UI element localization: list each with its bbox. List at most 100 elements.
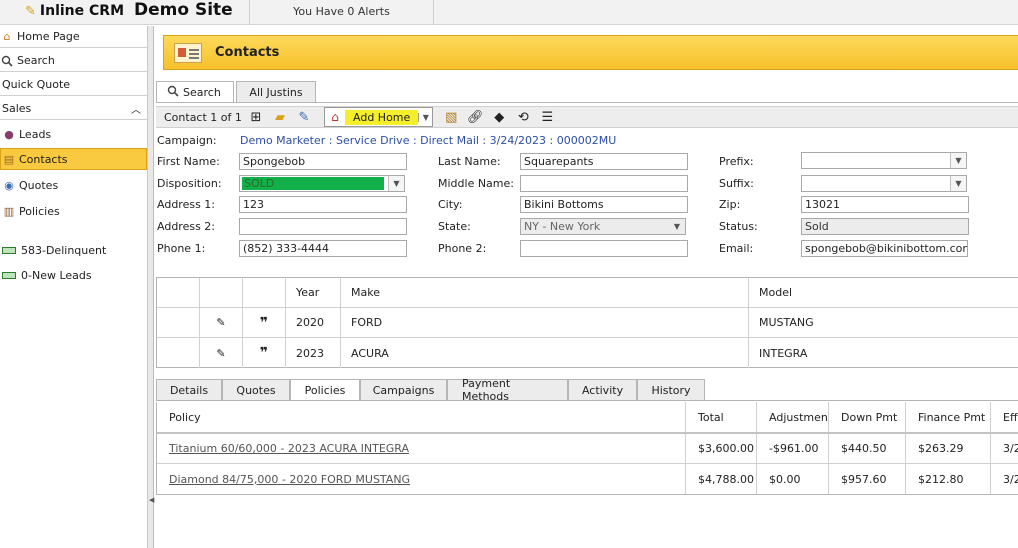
sidebar-item-delinquent[interactable]: 583-Delinquent [0,239,147,261]
alerts-indicator[interactable]: You Have 0 Alerts [249,0,434,25]
sidebar-item-label: Quotes [19,178,59,192]
tab-activity[interactable]: Activity [568,379,637,401]
status-field: Sold [801,218,969,235]
sidebar-item-label: 0-New Leads [21,268,92,282]
address2-field[interactable] [239,218,407,235]
policy-link[interactable]: Titanium 60/60,000 - 2023 ACURA INTEGRA [169,442,409,455]
model-cell: INTEGRA [759,346,808,360]
header-effective[interactable]: Effe [991,402,1018,432]
home-icon: ⌂ [3,30,11,43]
header-adjustment[interactable]: Adjustment [757,402,829,432]
tab-label: Search [183,85,221,99]
dropdown-arrow-icon[interactable]: ▼ [418,112,432,122]
sidebar-item-leads[interactable]: ● Leads [0,123,147,145]
people-icon: ● [4,127,14,141]
table-row[interactable]: Titanium 60/60,000 - 2023 ACURA INTEGRA … [157,434,1018,464]
prefix-label: Prefix: [719,155,754,168]
tab-details[interactable]: Details [156,379,222,401]
header-cell [200,278,243,307]
tab-quotes[interactable]: Quotes [222,379,290,401]
first-name-label: First Name: [157,155,220,168]
header-make[interactable]: Make [341,278,749,307]
dropdown-arrow-icon[interactable]: ▼ [388,176,404,191]
header-down-pmt[interactable]: Down Pmt [829,402,906,432]
dropdown-arrow-icon[interactable]: ▼ [950,153,966,168]
dropdown-arrow-icon[interactable]: ▼ [669,219,685,234]
vehicles-table: Year Make Model ✎ ❞ 2020 FORD MUSTANG ✎ … [156,277,1018,368]
edit-document-icon[interactable]: ✎ [292,107,316,127]
quote-icon[interactable]: ❞ [243,308,286,337]
policy-cell: Titanium 60/60,000 - 2023 ACURA INTEGRA [157,434,686,463]
quote-icon[interactable]: ❞ [243,338,286,368]
header-finance-pmt[interactable]: Finance Pmt [906,402,991,432]
header-policy[interactable]: Policy [157,402,686,432]
state-label: State: [438,220,471,233]
brand[interactable]: ✎ Inline CRM [25,3,124,19]
sidebar-splitter[interactable]: ◀ [148,26,154,548]
sidebar-item-label: Quick Quote [2,78,71,91]
sidebar-item-new-leads[interactable]: 0-New Leads [0,264,147,286]
table-row[interactable]: ✎ ❞ 2023 ACURA INTEGRA [157,338,1018,368]
prefix-select[interactable]: ▼ [801,152,967,169]
header-year[interactable]: Year [286,278,341,307]
sidebar-item-quick-quote[interactable]: Quick Quote [0,74,147,96]
city-field[interactable]: Bikini Bottoms [520,196,688,213]
tab-payment-methods[interactable]: Payment Methods [447,377,568,403]
table-header-row: Policy Total Adjustment Down Pmt Finance… [157,402,1018,434]
house-icon: ⌂ [331,110,339,124]
city-label: City: [438,198,463,211]
row-cell [157,338,200,368]
phone1-field[interactable]: (852) 333-4444 [239,240,407,257]
pencil-icon: ✎ [25,3,36,19]
edit-pencil-icon[interactable]: ✎ [200,308,243,337]
tab-policies[interactable]: Policies [290,379,360,401]
effective-cell: 3/2 [1003,472,1018,486]
link-icon[interactable]: 🔗︎ [463,107,487,127]
header-total[interactable]: Total [686,402,757,432]
campaign-link[interactable]: Demo Marketer : Service Drive : Direct M… [240,134,616,147]
note-icon[interactable]: ▰ [268,107,292,127]
collapse-arrow-icon[interactable]: ◀ [149,496,154,504]
divider [156,102,1018,103]
chevron-up-icon[interactable]: ︿ [131,101,141,116]
add-home-button[interactable]: ⌂ Add Home ▼ [324,107,434,127]
address1-field[interactable]: 123 [239,196,407,213]
sidebar-item-search[interactable]: Search [0,50,147,72]
sidebar-item-policies[interactable]: ▥ Policies [0,200,147,222]
tab-search[interactable]: Search [156,81,234,103]
first-name-field[interactable]: Spongebob [239,153,407,170]
attachment-document-icon[interactable]: ▧ [439,107,463,127]
phone2-field[interactable] [520,240,688,257]
sidebar-section-sales[interactable]: Sales ︿ [0,98,147,120]
list-icon[interactable]: ☰ [535,107,559,127]
table-row[interactable]: Diamond 84/75,000 - 2020 FORD MUSTANG $4… [157,464,1018,494]
history-icon[interactable]: ⟲ [511,107,535,127]
tab-campaigns[interactable]: Campaigns [360,379,447,401]
zip-field[interactable]: 13021 [801,196,969,213]
phone2-label: Phone 2: [438,242,487,255]
header-model[interactable]: Model [749,278,1018,307]
contact-card-icon [174,42,202,63]
middle-name-field[interactable] [520,175,688,192]
grid-view-icon[interactable]: ⊞ [244,107,268,127]
disposition-select[interactable]: SOLD ▼ [239,175,405,192]
last-name-field[interactable]: Squarepants [520,153,688,170]
sidebar-item-contacts[interactable]: ▤ Contacts [0,148,147,170]
edit-pencil-icon[interactable]: ✎ [200,338,243,368]
tags-icon[interactable]: ◆ [487,107,511,127]
tab-all-justins[interactable]: All Justins [236,81,316,103]
suffix-select[interactable]: ▼ [801,175,967,192]
campaign-label: Campaign: [157,134,217,147]
table-header-row: Year Make Model [157,278,1018,308]
policy-link[interactable]: Diamond 84/75,000 - 2020 FORD MUSTANG [169,473,410,486]
tab-history[interactable]: History [637,379,705,401]
state-select[interactable]: NY - New York ▼ [520,218,686,235]
document-icon: ▥ [3,204,15,218]
add-home-label: Add Home [345,109,419,125]
sidebar-item-home[interactable]: ⌂ Home Page [0,26,147,48]
email-field[interactable]: spongebob@bikinibottom.com [801,240,968,257]
dropdown-arrow-icon[interactable]: ▼ [950,176,966,191]
effective-cell: 3/2 [1003,442,1018,455]
sidebar-item-quotes[interactable]: ◉ Quotes [0,174,147,196]
table-row[interactable]: ✎ ❞ 2020 FORD MUSTANG [157,308,1018,338]
